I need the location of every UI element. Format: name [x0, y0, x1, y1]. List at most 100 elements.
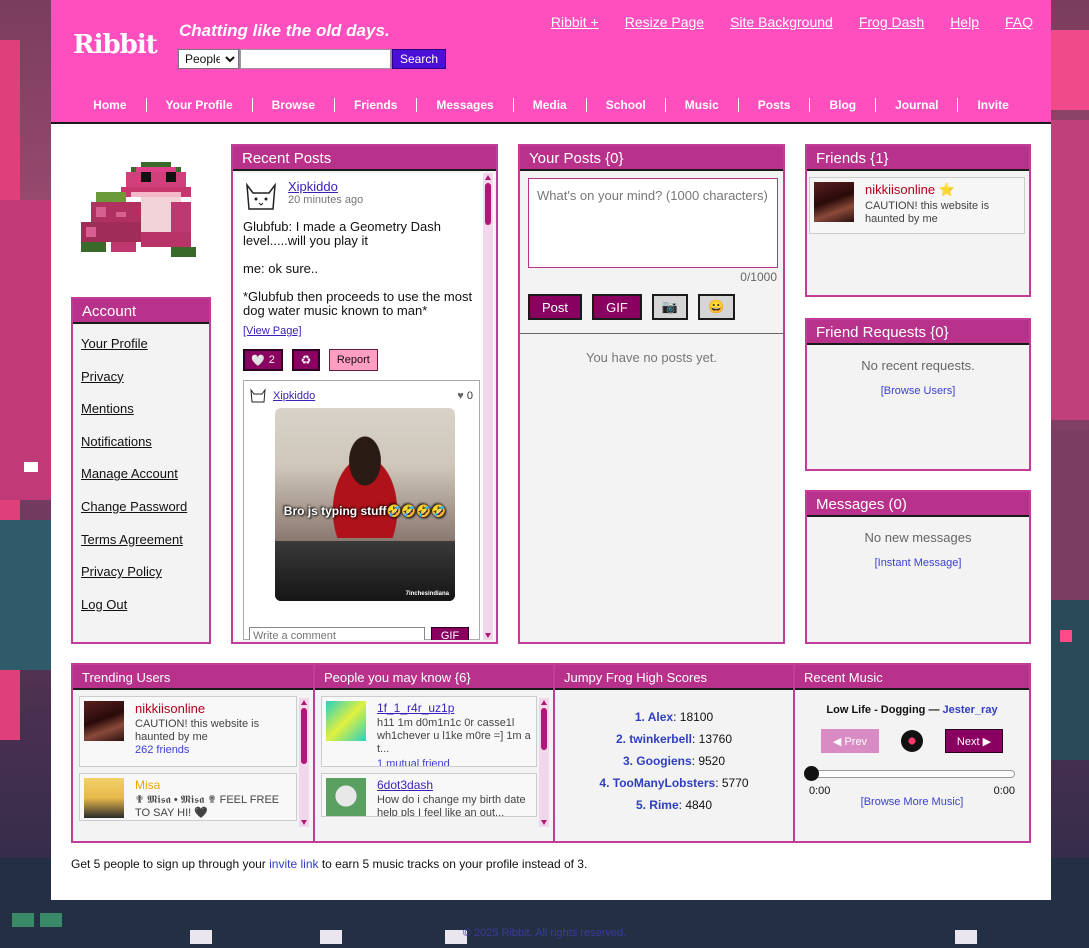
camera-button[interactable]: 📷 — [652, 294, 688, 320]
post-time: 20 minutes ago — [288, 194, 364, 206]
account-link-change-password[interactable]: Change Password — [81, 497, 209, 530]
nav-your-profile[interactable]: Your Profile — [145, 98, 252, 112]
avatar[interactable] — [84, 701, 124, 741]
meme-credit: 7inchesindiana — [405, 591, 449, 597]
browse-users-link[interactable]: [Browse Users] — [881, 385, 956, 397]
slider-knob[interactable] — [804, 766, 819, 781]
trending-user-name[interactable]: Misa — [135, 778, 292, 792]
trending-user-friends[interactable]: 262 friends — [135, 744, 292, 756]
score-player[interactable]: 5. Rime — [636, 798, 679, 812]
link-resize-page[interactable]: Resize Page — [625, 14, 704, 30]
account-link-privacy-policy[interactable]: Privacy Policy — [81, 562, 209, 595]
comment-input[interactable] — [249, 627, 425, 640]
score-player[interactable]: 1. Alex — [635, 710, 673, 724]
suggested-user-item[interactable]: 6dot3dash How do i change my birth date … — [321, 773, 537, 817]
time-total: 0:00 — [993, 785, 1015, 797]
friends-panel: Friends {1} nikkiisonline ⭐ CAUTION! thi… — [805, 144, 1031, 297]
nav-school[interactable]: School — [585, 98, 665, 112]
vinyl-disc-icon[interactable] — [901, 730, 923, 752]
comment-author-link[interactable]: Xipkiddo — [273, 390, 315, 402]
nav-home[interactable]: Home — [74, 98, 145, 112]
next-track-button[interactable]: Next ▶ — [945, 729, 1003, 753]
comment-gif-button[interactable]: GIF — [431, 627, 469, 640]
site-logo[interactable]: Ribbit — [73, 30, 158, 60]
emoji-button[interactable]: 😀 — [698, 294, 735, 320]
search-type-select[interactable]: People — [178, 49, 239, 69]
score-player[interactable]: 2. twinkerbell — [616, 732, 692, 746]
avatar[interactable] — [326, 701, 366, 741]
score-player[interactable]: 4. TooManyLobsters — [599, 776, 715, 790]
trending-user-item[interactable]: Misa ✟ 𝕸𝖎𝖘𝖆 • 𝕸𝖎𝖘𝖆 ✟ FEEL FREE TO SAY HI… — [79, 773, 297, 821]
comment-like-count: 0 — [466, 390, 473, 402]
suggested-user-name[interactable]: 6dot3dash — [377, 778, 532, 792]
trending-user-bio: CAUTION! this website is haunted by me — [135, 718, 260, 743]
feed-scrollbar[interactable] — [483, 173, 493, 640]
instant-message-link[interactable]: [Instant Message] — [875, 557, 962, 569]
comment-meme-image[interactable]: Bro js typing stuff🤣🤣🤣🤣 7inchesindiana — [275, 408, 455, 601]
compose-textarea[interactable]: What's on your mind? (1000 characters) — [528, 178, 778, 268]
account-link-mentions[interactable]: Mentions — [81, 399, 209, 432]
link-site-background[interactable]: Site Background — [730, 14, 833, 30]
post-button[interactable]: Post — [528, 294, 582, 320]
link-ribbit-plus[interactable]: Ribbit + — [551, 14, 599, 30]
nav-media[interactable]: Media — [512, 98, 586, 112]
suggested-user-item[interactable]: 1f_1_r4r_uz1p h11 1m d0m1n1c 0r casse1l … — [321, 696, 537, 767]
link-help[interactable]: Help — [950, 14, 979, 30]
friend-item[interactable]: nikkiisonline ⭐ CAUTION! this website is… — [809, 177, 1025, 234]
search-input[interactable] — [240, 49, 391, 69]
trending-scrollbar[interactable] — [299, 698, 309, 827]
score-item: 1. Alex: 18100 — [634, 710, 714, 724]
score-value: 18100 — [679, 710, 714, 724]
avatar[interactable] — [326, 778, 366, 816]
nav-music[interactable]: Music — [664, 98, 738, 112]
nav-journal[interactable]: Journal — [875, 98, 957, 112]
avatar[interactable] — [814, 182, 854, 222]
recent-posts-feed[interactable]: Xipkiddo 20 minutes ago Glubfub: I made … — [235, 173, 494, 640]
like-button[interactable]: 🤍 2 — [243, 349, 283, 371]
gif-button[interactable]: GIF — [592, 294, 642, 320]
bottom-widgets: Trending Users nikkiisonline CAUTION! th… — [71, 663, 1031, 843]
recent-posts-title: Recent Posts — [233, 146, 496, 171]
suggested-user-name[interactable]: 1f_1_r4r_uz1p — [377, 701, 532, 715]
cat-avatar-icon[interactable] — [249, 387, 267, 405]
search-button[interactable]: Search — [392, 49, 446, 69]
prev-track-button[interactable]: ◀ Prev — [821, 729, 879, 753]
comment-form: GIF — [249, 627, 469, 640]
nav-invite[interactable]: Invite — [957, 98, 1027, 112]
nav-blog[interactable]: Blog — [809, 98, 875, 112]
account-link-terms-agreement[interactable]: Terms Agreement — [81, 530, 209, 563]
meme-caption: Bro js typing stuff🤣🤣🤣🤣 — [283, 504, 447, 518]
mutual-friends-link[interactable]: 1 mutual friend — [377, 758, 450, 766]
nav-messages[interactable]: Messages — [416, 98, 512, 112]
people-scrollbar[interactable] — [539, 698, 549, 827]
trending-user-item[interactable]: nikkiisonline CAUTION! this website is h… — [79, 696, 297, 767]
nav-posts[interactable]: Posts — [737, 98, 810, 112]
post-author-link[interactable]: Xipkiddo — [288, 179, 363, 194]
view-page-link[interactable]: [View Page] — [243, 325, 302, 337]
account-link-log-out[interactable]: Log Out — [81, 595, 209, 628]
music-progress-slider[interactable] — [804, 766, 1015, 781]
link-faq[interactable]: FAQ — [1005, 14, 1033, 30]
avatar[interactable] — [84, 778, 124, 818]
comment-like[interactable]: ♥ 0 — [457, 390, 473, 402]
account-link-notifications[interactable]: Notifications — [81, 432, 209, 465]
track-artist[interactable]: Jester_ray — [943, 704, 998, 716]
report-button[interactable]: Report — [328, 349, 378, 371]
friend-name[interactable]: nikkiisonline — [865, 182, 935, 197]
account-link-privacy[interactable]: Privacy — [81, 367, 209, 400]
browse-music-link[interactable]: [Browse More Music] — [861, 796, 964, 808]
link-frog-dash[interactable]: Frog Dash — [859, 14, 924, 30]
cat-avatar-icon[interactable] — [243, 179, 279, 215]
account-link-your-profile[interactable]: Your Profile — [81, 334, 209, 367]
trending-user-name[interactable]: nikkiisonline — [135, 701, 292, 716]
messages-title: Messages (0) — [807, 492, 1029, 517]
nav-friends[interactable]: Friends — [334, 98, 416, 112]
invite-link[interactable]: invite link — [269, 857, 318, 871]
page-container: Ribbit Chatting like the old days. Peopl… — [51, 0, 1051, 900]
account-link-manage-account[interactable]: Manage Account — [81, 464, 209, 497]
smiley-icon: 😀 — [708, 299, 725, 314]
nav-browse[interactable]: Browse — [251, 98, 334, 112]
top-links: Ribbit + Resize Page Site Background Fro… — [525, 14, 1033, 30]
score-player[interactable]: 3. Googiens — [623, 754, 692, 768]
repost-button[interactable]: ♻ — [291, 349, 320, 371]
